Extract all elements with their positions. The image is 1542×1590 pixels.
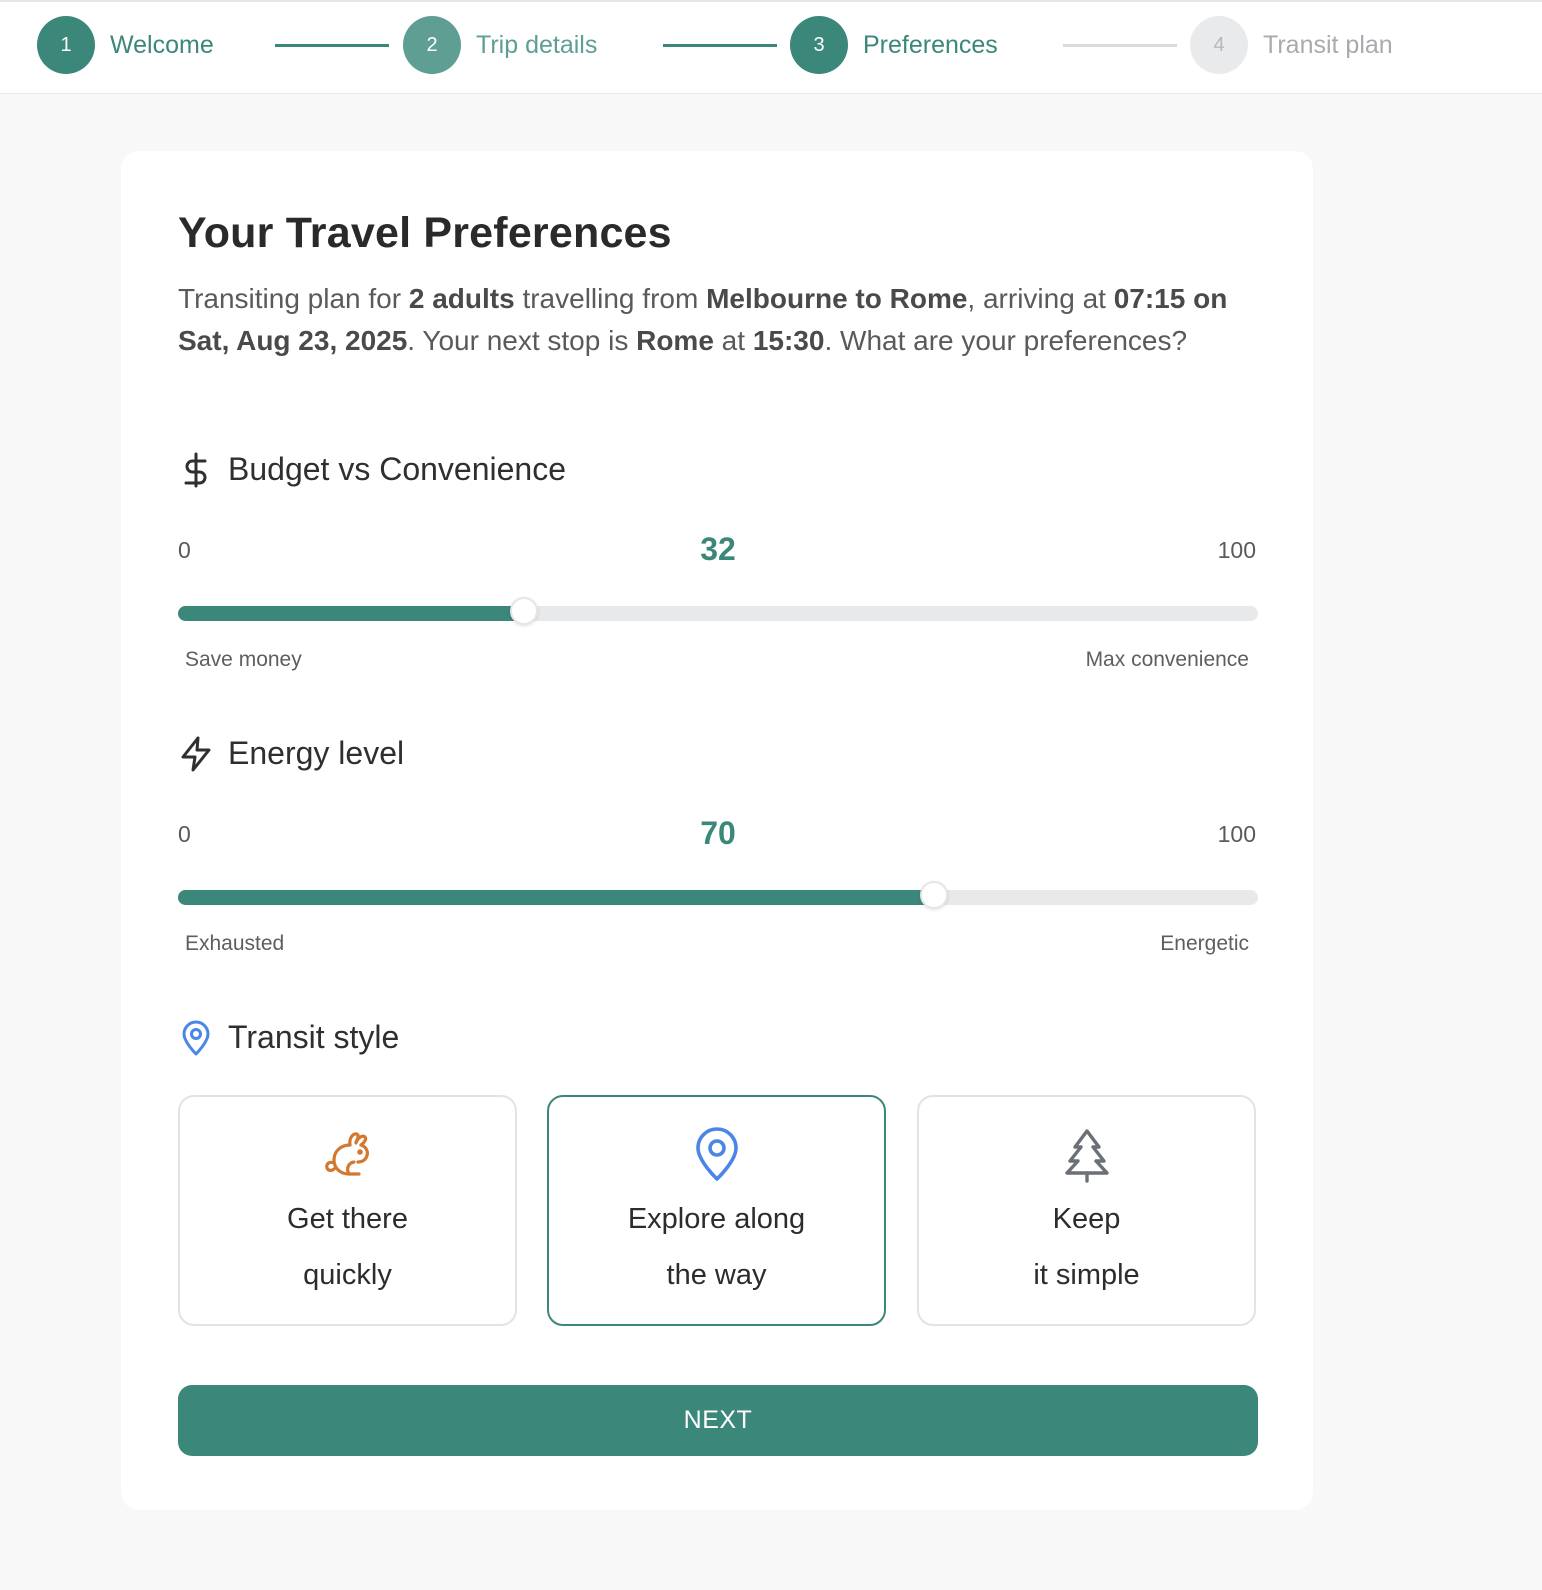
transit-option-simple[interactable]: Keep it simple <box>917 1095 1256 1326</box>
option-label: Explore along <box>627 1203 806 1235</box>
trip-summary: Transiting plan for 2 adults travelling … <box>178 278 1268 362</box>
transit-style-heading: Transit style <box>178 1019 399 1056</box>
option-label: Keep <box>1052 1203 1121 1235</box>
lightning-icon <box>178 736 214 772</box>
budget-slider-thumb[interactable] <box>509 597 538 625</box>
step-connector <box>663 44 777 47</box>
option-label: the way <box>666 1259 767 1291</box>
budget-max-label: 100 <box>1217 537 1256 563</box>
budget-hint-right: Max convenience <box>1085 648 1249 671</box>
step-label: Transit plan <box>1263 30 1393 59</box>
step-welcome[interactable]: 1 Welcome <box>37 16 214 74</box>
rabbit-icon <box>320 1127 376 1183</box>
summary-text: travelling from <box>514 283 707 314</box>
summary-text: Transiting plan for <box>178 283 409 314</box>
option-label: Get there <box>287 1203 408 1235</box>
summary-adults: 2 adults <box>408 283 515 314</box>
summary-next-time: 15:30 <box>752 325 825 356</box>
summary-text: . What are your preferences? <box>824 325 1188 356</box>
energy-max-label: 100 <box>1217 821 1256 847</box>
energy-slider-thumb[interactable] <box>920 881 948 909</box>
summary-next-stop: Rome <box>636 325 714 356</box>
energy-hint-left: Exhausted <box>185 932 285 955</box>
step-trip-details[interactable]: 2 Trip details <box>403 16 597 74</box>
dollar-icon <box>178 452 214 488</box>
budget-slider-fill <box>178 606 524 621</box>
energy-slider[interactable] <box>178 881 1258 909</box>
energy-hint-right: Energetic <box>1160 932 1249 955</box>
transit-option-quick[interactable]: Get there quickly <box>178 1095 517 1326</box>
step-number: 3 <box>790 16 848 74</box>
map-pin-icon <box>689 1127 745 1183</box>
budget-hint-left: Save money <box>185 648 302 671</box>
step-number: 1 <box>37 16 95 74</box>
energy-heading-label: Energy level <box>228 735 405 771</box>
summary-route: Melbourne to Rome <box>706 283 968 314</box>
energy-slider-fill <box>178 890 934 905</box>
transit-option-explore[interactable]: Explore along the way <box>547 1095 886 1326</box>
summary-text: . Your next stop is <box>407 325 637 356</box>
summary-text: at <box>713 325 753 356</box>
step-number: 4 <box>1190 16 1248 74</box>
step-number: 2 <box>403 16 461 74</box>
summary-text: , arriving at <box>967 283 1114 314</box>
energy-heading: Energy level <box>178 735 404 772</box>
budget-value: 32 <box>700 531 736 567</box>
tree-icon <box>1059 1127 1115 1183</box>
energy-value: 70 <box>700 815 736 851</box>
step-label: Preferences <box>863 30 998 59</box>
budget-heading: Budget vs Convenience <box>178 451 566 488</box>
page-title: Your Travel Preferences <box>178 209 672 257</box>
option-label: quickly <box>303 1259 392 1291</box>
next-button[interactable]: NEXT <box>178 1385 1258 1456</box>
step-transit-plan: 4 Transit plan <box>1190 16 1393 74</box>
option-label: it simple <box>1033 1259 1140 1291</box>
progress-stepper: 1 Welcome 2 Trip details 3 Preferences 4… <box>0 0 1542 94</box>
preferences-card: Your Travel Preferences Transiting plan … <box>121 151 1313 1510</box>
step-preferences[interactable]: 3 Preferences <box>790 16 998 74</box>
step-connector <box>275 44 389 47</box>
budget-slider[interactable] <box>178 597 1258 625</box>
step-label: Trip details <box>476 30 598 59</box>
transit-style-heading-label: Transit style <box>228 1019 400 1055</box>
step-connector <box>1063 44 1177 47</box>
step-label: Welcome <box>110 30 214 59</box>
budget-heading-label: Budget vs Convenience <box>228 451 566 487</box>
map-pin-icon <box>178 1020 214 1056</box>
